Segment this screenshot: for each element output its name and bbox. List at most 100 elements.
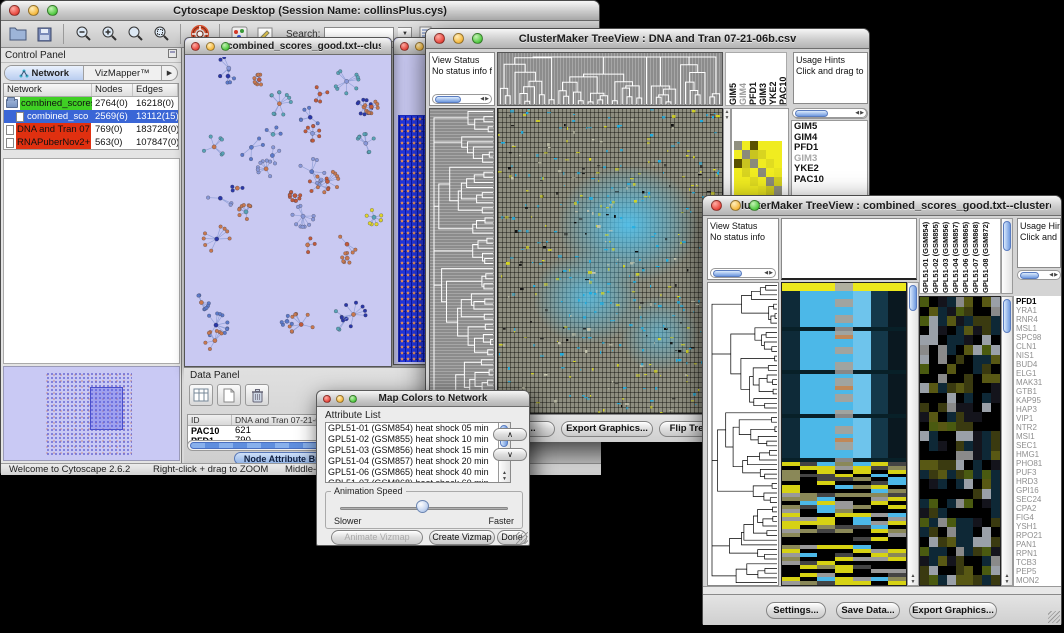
minimize-button[interactable] [336, 395, 344, 403]
zoom-button[interactable] [349, 395, 357, 403]
close-button[interactable] [9, 5, 20, 16]
scrollbar-arrows[interactable]: ▲▼ [1002, 573, 1012, 585]
column-gene-label: GIM3 [758, 53, 766, 105]
scrollbar-thumb[interactable] [1003, 299, 1011, 333]
heatmap-main[interactable] [497, 108, 723, 414]
attribute-list-item[interactable]: GPL51-04 (GSM857) heat shock 20 min [326, 456, 499, 467]
zoom-fit-icon[interactable] [124, 23, 146, 45]
row-dendrogram[interactable] [429, 108, 495, 414]
resize-grip[interactable] [516, 532, 528, 544]
heatmap-vscrollbar[interactable]: ▲▼ [907, 282, 919, 586]
scrollbar-arrows[interactable]: ▲▼ [499, 470, 510, 482]
tab-overflow-arrow[interactable]: ▶ [162, 66, 177, 80]
network-overview-panel[interactable] [3, 366, 180, 461]
zoom-heatmap-cell [766, 168, 774, 177]
close-button[interactable] [400, 42, 409, 51]
zoom-heatmap-cell [734, 150, 742, 159]
zoom-heatmap-cell [774, 141, 782, 150]
select-attributes-icon[interactable] [189, 384, 213, 406]
scrollbar-arrows[interactable]: ◀▶ [764, 269, 774, 278]
scrollbar-arrows[interactable]: ▲▼ [908, 573, 918, 585]
close-button[interactable] [711, 200, 722, 211]
scrollbar-thumb[interactable] [435, 96, 461, 103]
row-dendrogram[interactable] [707, 282, 779, 586]
zoom-selected-icon[interactable] [150, 23, 172, 45]
zoom-button[interactable] [47, 5, 58, 16]
scrollbar-thumb[interactable] [795, 110, 828, 117]
network-canvas[interactable] [187, 57, 389, 364]
create-vizmap-button[interactable]: Create Vizmap [429, 530, 495, 545]
attribute-listbox[interactable]: GPL51-01 (GSM854) heat shock 05 minGPL51… [325, 422, 511, 483]
gene-label: HMG1 [1016, 450, 1059, 459]
new-attribute-icon[interactable] [217, 384, 241, 406]
zoom-heatmap-cell [766, 177, 774, 186]
zoom-button[interactable] [221, 42, 230, 51]
scrollbar-arrows[interactable]: ◀▶ [855, 109, 865, 118]
move-up-button[interactable]: ∧ [493, 428, 527, 441]
gene-label: PFD1 [1016, 297, 1059, 306]
zoom-out-icon[interactable] [72, 23, 94, 45]
float-panel-icon[interactable] [168, 49, 177, 61]
zoom-button[interactable] [749, 200, 760, 211]
zoom-heatmap-grid[interactable] [734, 141, 782, 195]
zoom-button[interactable] [472, 33, 483, 44]
column-array-label: GPL51-03 (GSM856) [941, 219, 950, 293]
speed-slider-thumb[interactable] [416, 500, 429, 513]
scrollbar-arrows[interactable]: ◀▶ [480, 95, 490, 104]
close-button[interactable] [434, 33, 445, 44]
attribute-list-item[interactable]: GPL51-03 (GSM856) heat shock 15 min [326, 445, 499, 456]
usage-hints-scrollbar[interactable]: ◀▶ [1017, 270, 1061, 280]
network-table-row[interactable]: DNA and Tran 07769(0)183728(0) [4, 123, 178, 136]
zoom-heatmap-cell [742, 150, 750, 159]
close-button[interactable] [191, 42, 200, 51]
close-button[interactable] [323, 395, 331, 403]
resize-grip[interactable] [1048, 611, 1060, 623]
network-table-row[interactable]: RNAPuberNov2+563(0)107847(0) [4, 136, 178, 149]
network-table-row[interactable]: combined_scores2764(0)16218(0) [4, 97, 178, 110]
column-labels-scrollbar[interactable] [1001, 218, 1013, 294]
export-graphics-button[interactable]: Export Graphics... [561, 421, 653, 437]
open-folder-icon[interactable] [7, 23, 29, 45]
scrollbar-thumb[interactable] [1003, 221, 1011, 251]
column-dendrogram-area[interactable] [781, 218, 917, 280]
row-labels-scrollbar[interactable]: ◀▶ [792, 108, 867, 118]
minimize-button[interactable] [28, 5, 39, 16]
zoom-in-icon[interactable] [98, 23, 120, 45]
minimize-button[interactable] [415, 42, 424, 51]
overview-viewport-rectangle[interactable] [90, 387, 123, 430]
scrollbar-thumb[interactable] [1020, 272, 1039, 279]
heatmap-main[interactable] [781, 282, 907, 586]
scrollbar-thumb[interactable] [713, 270, 742, 277]
gene-labels-scrollbar[interactable]: ▲▼ [1001, 296, 1013, 586]
minimize-button[interactable] [730, 200, 741, 211]
gene-label: SPC98 [1016, 333, 1059, 342]
network-table-row[interactable]: combined_sco2569(6)13112(15) [4, 110, 178, 123]
settings-button[interactable]: Settings... [766, 602, 826, 619]
delete-attribute-trash-icon[interactable] [245, 384, 269, 406]
minimize-button[interactable] [453, 33, 464, 44]
main-title-bar[interactable]: Cytoscape Desktop (Session Name: collins… [1, 1, 599, 21]
attribute-list-item[interactable]: GPL51-01 (GSM854) heat shock 05 min [326, 423, 499, 434]
heatmap-hscrollbar[interactable] [703, 586, 1061, 594]
attribute-list-item[interactable]: GPL51-02 (GSM855) heat shock 10 min [326, 434, 499, 445]
move-down-button[interactable]: ∨ [493, 448, 527, 461]
document-icon [6, 125, 14, 135]
attribute-list-item[interactable]: GPL51-07 (GSM868) heat shock 60 min [326, 478, 499, 483]
attribute-list-item[interactable]: GPL51-06 (GSM865) heat shock 40 min [326, 467, 499, 478]
export-graphics-button[interactable]: Export Graphics... [909, 602, 997, 619]
tab-vizmapper[interactable]: VizMapper™ [84, 66, 163, 80]
zoom-heatmap-cell [774, 159, 782, 168]
save-icon[interactable] [33, 23, 55, 45]
minimize-button[interactable] [206, 42, 215, 51]
column-dendrogram[interactable] [497, 52, 723, 106]
scrollbar-thumb[interactable] [909, 285, 917, 311]
treeview1-title: ClusterMaker TreeView : DNA and Tran 07-… [456, 33, 859, 45]
save-data-button[interactable]: Save Data... [836, 602, 900, 619]
view-status-scrollbar[interactable]: ◀▶ [710, 268, 776, 278]
tab-network[interactable]: Network [5, 66, 84, 80]
animate-vizmap-button[interactable]: Animate Vizmap [331, 530, 423, 545]
view-status-scrollbar[interactable]: ◀▶ [432, 94, 492, 104]
zoom-heatmap[interactable] [919, 296, 1001, 586]
network-table-header: Network Nodes Edges [4, 84, 178, 97]
scrollbar-arrows[interactable]: ◀▶ [1049, 271, 1059, 280]
